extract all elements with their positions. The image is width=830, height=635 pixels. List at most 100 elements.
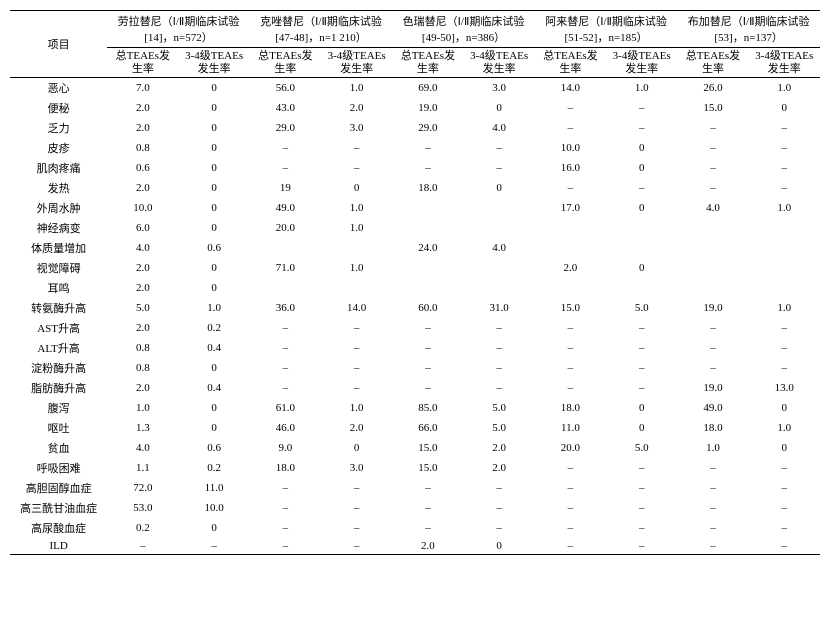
cell-value: – <box>535 98 606 118</box>
cell-value: 0.6 <box>107 158 178 178</box>
cell-value: – <box>178 538 249 555</box>
table-row: 乏力2.0029.03.029.04.0–––– <box>10 118 820 138</box>
cell-value <box>535 218 606 238</box>
table-row: 便秘2.0043.02.019.00––15.00 <box>10 98 820 118</box>
cell-value: – <box>677 318 748 338</box>
cell-value: 53.0 <box>107 498 178 518</box>
cell-value: – <box>464 358 535 378</box>
table-row: 转氨酶升高5.01.036.014.060.031.015.05.019.01.… <box>10 298 820 318</box>
table-row: 肌肉疼痛0.60––––16.00–– <box>10 158 820 178</box>
cell-value: 0 <box>178 198 249 218</box>
cell-value: – <box>749 458 820 478</box>
cell-value: 0 <box>178 418 249 438</box>
cell-value <box>321 278 392 298</box>
cell-value: 0 <box>464 98 535 118</box>
cell-value: 0 <box>321 438 392 458</box>
col-project: 项目 <box>10 11 107 78</box>
cell-value: – <box>535 458 606 478</box>
sub-total-4: 总TEAEs发生率 <box>677 48 748 78</box>
cell-value <box>535 278 606 298</box>
cell-value: – <box>392 318 463 338</box>
cell-value: – <box>749 318 820 338</box>
cell-value: – <box>392 138 463 158</box>
row-label: ALT升高 <box>10 338 107 358</box>
cell-value: 9.0 <box>250 438 321 458</box>
cell-value: 0 <box>606 138 677 158</box>
cell-value: – <box>321 498 392 518</box>
cell-value: 4.0 <box>464 238 535 258</box>
table-row: 神经病变6.0020.01.0 <box>10 218 820 238</box>
cell-value <box>677 238 748 258</box>
cell-value: – <box>464 518 535 538</box>
row-label: 神经病变 <box>10 218 107 238</box>
cell-value: 24.0 <box>392 238 463 258</box>
cell-value: – <box>535 118 606 138</box>
cell-value: 15.0 <box>535 298 606 318</box>
cell-value: 18.0 <box>535 398 606 418</box>
cell-value: 0 <box>321 178 392 198</box>
cell-value: 1.0 <box>749 418 820 438</box>
table-row: ILD––––2.00–––– <box>10 538 820 555</box>
cell-value: – <box>677 158 748 178</box>
row-label: ILD <box>10 538 107 555</box>
row-label: 便秘 <box>10 98 107 118</box>
row-label: 恶心 <box>10 78 107 99</box>
cell-value: 0 <box>178 518 249 538</box>
cell-value: – <box>464 138 535 158</box>
cell-value: 0 <box>178 118 249 138</box>
row-label: 呼吸困难 <box>10 458 107 478</box>
cell-value: – <box>464 498 535 518</box>
cell-value: 71.0 <box>250 258 321 278</box>
cell-value: 0 <box>749 398 820 418</box>
cell-value: – <box>606 318 677 338</box>
cell-value: – <box>250 138 321 158</box>
cell-value: 0 <box>178 358 249 378</box>
cell-value: 29.0 <box>250 118 321 138</box>
cell-value: 5.0 <box>606 438 677 458</box>
cell-value: – <box>749 178 820 198</box>
cell-value: 1.0 <box>606 78 677 99</box>
cell-value: 56.0 <box>250 78 321 99</box>
cell-value <box>677 278 748 298</box>
cell-value: – <box>321 358 392 378</box>
cell-value: 85.0 <box>392 398 463 418</box>
cell-value: – <box>464 478 535 498</box>
cell-value: 2.0 <box>107 378 178 398</box>
cell-value: 0.4 <box>178 338 249 358</box>
cell-value <box>749 218 820 238</box>
cell-value: – <box>677 478 748 498</box>
cell-value: – <box>535 538 606 555</box>
cell-value: – <box>749 478 820 498</box>
table-row: 耳鸣2.00 <box>10 278 820 298</box>
cell-value: 0.8 <box>107 338 178 358</box>
cell-value: 15.0 <box>392 438 463 458</box>
row-label: 呕吐 <box>10 418 107 438</box>
row-label: 高胆固醇血症 <box>10 478 107 498</box>
cell-value: – <box>250 498 321 518</box>
cell-value: 18.0 <box>677 418 748 438</box>
cell-value: 0.8 <box>107 138 178 158</box>
cell-value: – <box>749 538 820 555</box>
cell-value: 1.0 <box>677 438 748 458</box>
cell-value: 5.0 <box>464 418 535 438</box>
cell-value: 69.0 <box>392 78 463 99</box>
cell-value: 15.0 <box>677 98 748 118</box>
table-row: 高尿酸血症0.20–––––––– <box>10 518 820 538</box>
row-label: 转氨酶升高 <box>10 298 107 318</box>
cell-value: 1.0 <box>321 258 392 278</box>
sub-grade34-2: 3-4级TEAEs发生率 <box>464 48 535 78</box>
cell-value: – <box>749 338 820 358</box>
cell-value: – <box>535 318 606 338</box>
cell-value: 2.0 <box>535 258 606 278</box>
cell-value: – <box>250 158 321 178</box>
cell-value: 1.0 <box>321 198 392 218</box>
cell-value: – <box>535 358 606 378</box>
cell-value <box>392 218 463 238</box>
teae-table: 项目 劳拉替尼（Ⅰ/Ⅱ期临床试验[14]，n=572） 克唑替尼（Ⅰ/Ⅱ期临床试… <box>10 10 820 555</box>
cell-value: 10.0 <box>178 498 249 518</box>
row-label: 发热 <box>10 178 107 198</box>
group-3: 阿来替尼（Ⅰ/Ⅱ期临床试验[51-52]，n=185） <box>535 11 678 48</box>
cell-value <box>606 218 677 238</box>
cell-value: 2.0 <box>321 418 392 438</box>
cell-value: 5.0 <box>107 298 178 318</box>
